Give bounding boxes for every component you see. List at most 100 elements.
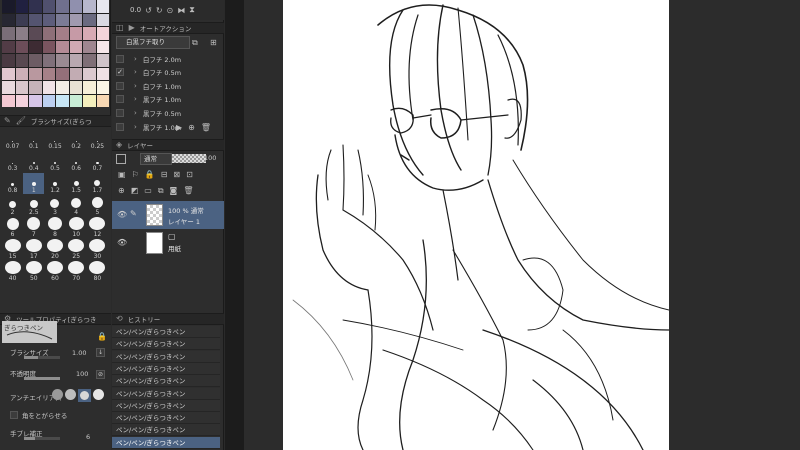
brush-size-option[interactable]: 80	[87, 261, 108, 282]
color-swatch[interactable]	[15, 27, 28, 40]
layer-row-1[interactable]: 👁 ✎ 100 % 通常 レイヤー 1	[112, 201, 224, 229]
brush-size-option[interactable]: 1	[23, 173, 45, 194]
brush-size-option[interactable]: 4	[66, 195, 87, 216]
history-item[interactable]: ペン/ペン/ぎらつきペン	[112, 387, 220, 400]
color-swatch[interactable]	[42, 0, 55, 13]
merge-down-icon[interactable]: ⧉	[158, 186, 164, 196]
ruler-icon[interactable]: ⊡	[186, 170, 193, 179]
history-item[interactable]: ペン/ペン/ぎらつきペン	[112, 338, 220, 351]
flip-horizontal-icon[interactable]: ⧓	[177, 6, 185, 15]
auto-action-item[interactable]: › 黒フチ 1.0m	[116, 93, 220, 106]
color-swatch[interactable]	[15, 40, 28, 53]
color-swatch[interactable]	[2, 81, 15, 94]
new-raster-layer-icon[interactable]: ⊕	[118, 186, 125, 196]
color-swatch[interactable]	[29, 13, 42, 26]
color-swatch[interactable]	[56, 0, 69, 13]
auto-action-tabbar[interactable]: ◫ ▶ オートアクション	[112, 22, 224, 34]
auto-action-checkbox[interactable]	[116, 95, 124, 104]
color-swatch[interactable]	[42, 94, 55, 107]
history-item[interactable]: ペン/ペン/ぎらつきペン	[112, 412, 220, 425]
stabilization-value[interactable]: 6	[86, 433, 90, 441]
color-swatch[interactable]	[29, 94, 42, 107]
expand-chevron-icon[interactable]: ›	[134, 82, 137, 90]
color-swatch[interactable]	[69, 94, 82, 107]
layer-row-paper[interactable]: 👁 ▢ 用紙	[112, 229, 224, 257]
auto-action-item[interactable]: › 白フチ 2.0m	[116, 52, 220, 65]
brush-size-option[interactable]: 3	[44, 195, 65, 216]
brush-size-option[interactable]: 70	[66, 261, 87, 282]
brush-size-option[interactable]: 1.7	[87, 173, 108, 194]
brush-size-option[interactable]: 0.4	[23, 151, 44, 172]
color-swatch[interactable]	[42, 81, 55, 94]
auto-action-checkbox[interactable]	[116, 81, 124, 90]
color-swatch[interactable]	[96, 27, 109, 40]
brush-tab-icon[interactable]: 🖌	[16, 117, 26, 125]
pen-tab-icon[interactable]: ✎	[4, 117, 11, 125]
antialias-none-icon[interactable]	[52, 389, 63, 400]
brush-size-option[interactable]: 7	[23, 217, 44, 238]
color-swatch[interactable]	[96, 54, 109, 67]
panel-divider[interactable]	[225, 0, 244, 450]
brush-size-option[interactable]: 0.1	[23, 129, 44, 150]
brush-size-tabbar[interactable]: ✎ 🖌 ブラシサイズ(ぎらつ	[0, 115, 111, 127]
lock-icon[interactable]: 🔒	[97, 332, 107, 341]
expand-chevron-icon[interactable]: ›	[134, 123, 137, 131]
color-swatch[interactable]	[83, 67, 96, 80]
color-swatch[interactable]	[2, 13, 15, 26]
brush-size-option[interactable]: 0.3	[2, 151, 23, 172]
brush-size-slider[interactable]	[24, 356, 60, 359]
brush-size-pressure-button[interactable]: ↓	[96, 348, 105, 357]
color-swatch[interactable]	[2, 27, 15, 40]
color-swatch[interactable]	[15, 94, 28, 107]
color-set-palette[interactable]	[2, 0, 109, 107]
layer-tab-icon[interactable]: ◈	[116, 141, 122, 149]
color-swatch[interactable]	[2, 54, 15, 67]
color-swatch[interactable]	[29, 0, 42, 13]
brush-size-option[interactable]: 1.2	[44, 173, 65, 194]
color-swatch[interactable]	[83, 40, 96, 53]
color-swatch[interactable]	[83, 81, 96, 94]
expand-chevron-icon[interactable]: ›	[134, 55, 137, 63]
history-item[interactable]: ペン/ペン/ぎらつきペン	[112, 326, 220, 338]
brush-size-option[interactable]: 0.07	[2, 129, 23, 150]
play-icon[interactable]: ▶	[176, 123, 182, 132]
layer-opacity-value[interactable]: 100	[204, 154, 216, 162]
color-swatch[interactable]	[29, 67, 42, 80]
auto-action-item[interactable]: › 黒フチ 0.5m	[116, 106, 220, 119]
color-swatch[interactable]	[42, 13, 55, 26]
brush-size-option[interactable]: 0.25	[87, 129, 108, 150]
color-swatch[interactable]	[96, 13, 109, 26]
expand-chevron-icon[interactable]: ›	[134, 68, 137, 76]
copy-icon[interactable]: ⧉	[192, 38, 198, 48]
color-swatch[interactable]	[83, 13, 96, 26]
color-swatch[interactable]	[96, 40, 109, 53]
rotate-right-icon[interactable]: ↻	[156, 6, 163, 15]
brush-size-option[interactable]: 0.7	[87, 151, 108, 172]
brush-size-option[interactable]: 0.2	[66, 129, 87, 150]
color-swatch[interactable]	[56, 54, 69, 67]
color-swatch[interactable]	[15, 13, 28, 26]
history-item[interactable]: ペン/ペン/ぎらつきペン	[112, 436, 220, 449]
brush-size-option[interactable]: 60	[44, 261, 65, 282]
brush-size-option[interactable]: 6	[2, 217, 23, 238]
brush-size-option[interactable]: 0.8	[2, 173, 23, 194]
color-swatch[interactable]	[15, 67, 28, 80]
brush-size-option[interactable]: 20	[44, 239, 65, 260]
brush-size-option[interactable]: 10	[66, 217, 87, 238]
color-swatch[interactable]	[83, 27, 96, 40]
color-swatch[interactable]	[96, 94, 109, 107]
color-swatch[interactable]	[69, 13, 82, 26]
color-swatch[interactable]	[15, 0, 28, 13]
auto-action-checkbox[interactable]	[116, 54, 124, 63]
new-folder-icon[interactable]: ▭	[144, 186, 152, 196]
color-swatch[interactable]	[56, 67, 69, 80]
delete-layer-icon[interactable]: 🗑	[183, 186, 193, 196]
antialias-strong-icon[interactable]	[93, 389, 104, 400]
brush-size-option[interactable]: 40	[2, 261, 23, 282]
color-swatch[interactable]	[69, 67, 82, 80]
layer-mask-icon[interactable]: ◙	[170, 186, 178, 196]
brush-size-option[interactable]: 0.5	[44, 151, 65, 172]
color-swatch[interactable]	[56, 94, 69, 107]
color-swatch[interactable]	[83, 94, 96, 107]
brush-size-option[interactable]: 8	[44, 217, 65, 238]
